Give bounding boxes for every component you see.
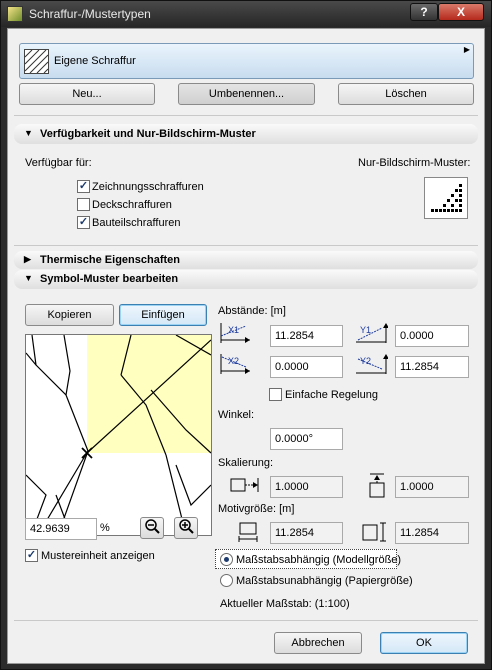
hatch-type-selector[interactable]: Eigene Schraffur ▶ (19, 43, 474, 79)
scale-y-input[interactable]: 1.0000 (395, 476, 469, 498)
section-symbol-label: Symbol-Muster bearbeiten (40, 273, 179, 285)
archicad-app-icon (7, 6, 23, 22)
x2-input[interactable]: 0.0000 (270, 356, 343, 378)
y1-input[interactable]: 0.0000 (395, 325, 469, 347)
screen-only-label: Nur-Bildschirm-Muster: (358, 157, 471, 169)
divider (14, 245, 478, 246)
radio-scale-dependent[interactable] (220, 553, 233, 566)
divider (14, 620, 478, 621)
section-symbol-pattern[interactable]: ▼ Symbol-Muster bearbeiten (14, 270, 478, 289)
copy-button[interactable]: Kopieren (25, 304, 114, 326)
available-for-label: Verfügbar für: (25, 157, 92, 169)
scale-dependent-label: Maßstabsabhängig (Modellgröße) (236, 554, 402, 566)
hatch-thumbnail-icon (24, 49, 49, 74)
title-bar[interactable]: Schraffur-/Mustertypen ? X (1, 1, 491, 27)
rename-button[interactable]: Umbenennen... (178, 83, 315, 105)
motif-height-input[interactable]: 11.2854 (395, 522, 469, 544)
motif-height-icon (360, 520, 394, 542)
help-button[interactable]: ? (410, 3, 438, 21)
x1-input[interactable]: 11.2854 (270, 325, 343, 347)
y2-spacing-icon: Y2 (354, 353, 389, 375)
window-title: Schraffur-/Mustertypen (29, 7, 151, 21)
motif-width-input[interactable]: 11.2854 (270, 522, 343, 544)
checkbox-cut-fills[interactable]: ✓ (77, 216, 90, 229)
checkbox-cover-fills[interactable] (77, 198, 90, 211)
svg-text:Y1: Y1 (360, 325, 371, 335)
chevron-right-icon: ▶ (463, 45, 470, 54)
triangle-right-icon: ▶ (24, 254, 31, 264)
pattern-editor-canvas[interactable] (25, 334, 212, 536)
x1-spacing-icon: X1 (218, 322, 252, 344)
paste-button[interactable]: Einfügen (119, 304, 207, 326)
zoom-unit: % (100, 522, 110, 534)
divider (14, 115, 478, 116)
triangle-down-icon: ▼ (24, 273, 33, 283)
section-thermal[interactable]: ▶ Thermische Eigenschaften (14, 251, 478, 269)
scale-label: Skalierung: (218, 457, 274, 469)
checkbox-show-pattern-unit[interactable]: ✓ (25, 549, 38, 562)
zoom-out-icon[interactable] (140, 517, 164, 539)
checkbox-drawing-fills[interactable]: ✓ (77, 180, 90, 193)
zoom-in-icon[interactable] (174, 517, 198, 539)
cover-fills-label: Deckschraffuren (92, 199, 172, 211)
dialog-client: Eigene Schraffur ▶ Neu... Umbenennen... … (7, 28, 485, 664)
svg-text:X1: X1 (228, 325, 239, 335)
section-thermal-label: Thermische Eigenschaften (40, 254, 180, 266)
section-availability[interactable]: ▼ Verfügbarkeit und Nur-Bildschirm-Muste… (14, 124, 478, 144)
angle-label: Winkel: (218, 409, 255, 421)
svg-text:X2: X2 (228, 356, 239, 366)
triangle-down-icon: ▼ (24, 128, 33, 138)
new-button[interactable]: Neu... (19, 83, 155, 105)
cut-fills-label: Bauteilschraffuren (92, 217, 181, 229)
scale-x-icon (230, 475, 264, 497)
dialog-window: Schraffur-/Mustertypen ? X Eigene Schraf… (0, 0, 492, 670)
y2-input[interactable]: 11.2854 (395, 356, 469, 378)
spacing-label: Abstände: [m] (218, 305, 286, 317)
x2-spacing-icon: X2 (218, 353, 252, 375)
cancel-button[interactable]: Abbrechen (274, 632, 362, 654)
drawing-fills-label: Zeichnungsschraffuren (92, 181, 204, 193)
scale-independent-label: Maßstabsunabhängig (Papiergröße) (236, 575, 413, 587)
y1-spacing-icon: Y1 (354, 322, 389, 344)
close-button[interactable]: X (438, 3, 484, 21)
simple-rule-label: Einfache Regelung (285, 389, 378, 401)
ok-button[interactable]: OK (380, 632, 468, 654)
motif-width-icon (236, 520, 270, 542)
checkbox-simple-rule[interactable] (269, 388, 282, 401)
screen-only-pattern-icon[interactable] (424, 177, 468, 219)
delete-button[interactable]: Löschen (338, 83, 474, 105)
section-availability-label: Verfügbarkeit und Nur-Bildschirm-Muster (40, 128, 256, 140)
hatch-name: Eigene Schraffur (54, 55, 136, 67)
zoom-input[interactable]: 42.9639 (25, 518, 97, 540)
show-pattern-unit-label: Mustereinheit anzeigen (41, 550, 155, 562)
radio-scale-independent[interactable] (220, 574, 233, 587)
angle-input[interactable]: 0.0000° (270, 428, 343, 450)
scale-x-input[interactable]: 1.0000 (270, 476, 343, 498)
current-scale-label: Aktueller Maßstab: (1:100) (220, 598, 350, 610)
motif-size-label: Motivgröße: [m] (218, 503, 295, 515)
